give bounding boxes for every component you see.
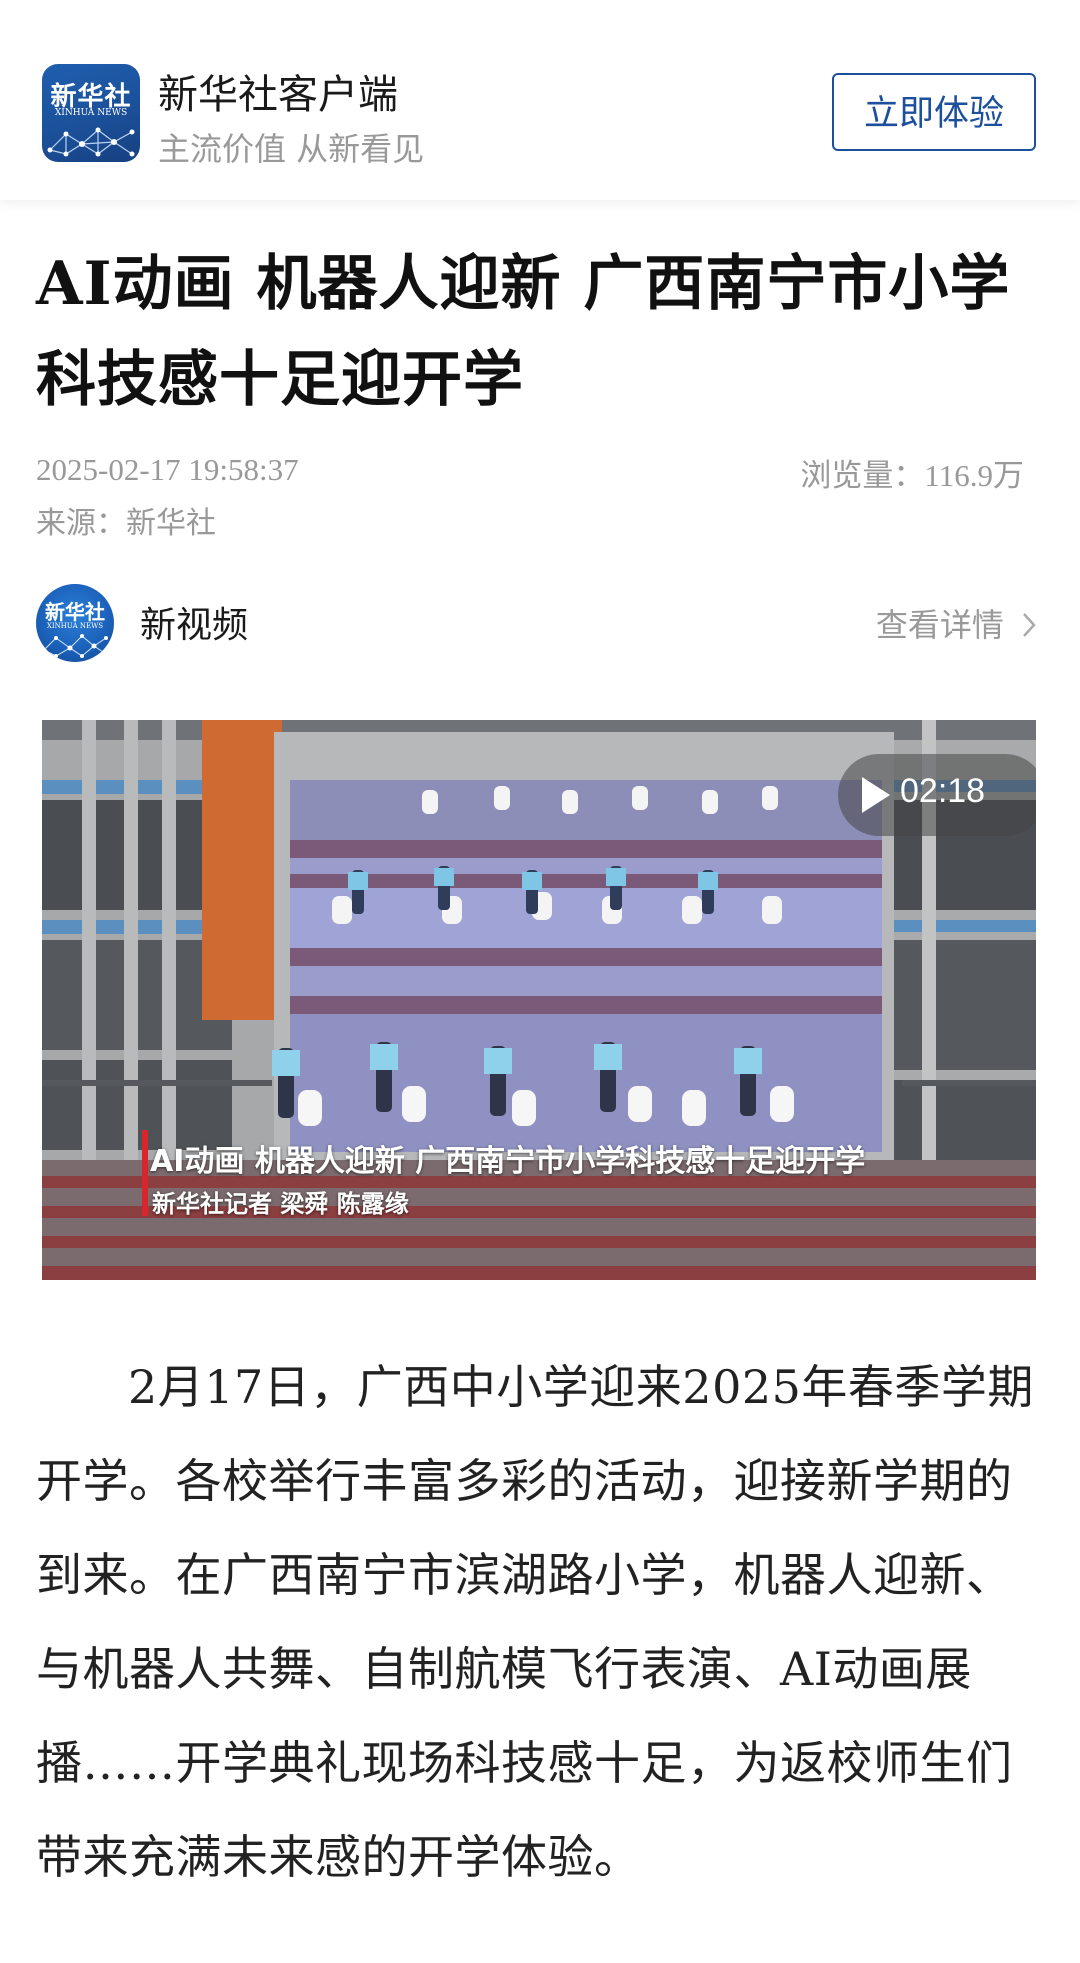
video-duration-badge[interactable]: 02:18 [838, 754, 1036, 836]
video-duration: 02:18 [900, 772, 986, 810]
channel-name[interactable]: 新视频 [140, 596, 248, 648]
view-count-value: 116.9万 [924, 458, 1024, 493]
app-slogan: 主流价值 从新看见 [158, 130, 425, 168]
view-details-link[interactable]: 查看详情 [876, 600, 1038, 646]
channel-avatar[interactable]: 新华社 XINHUA NEWS [36, 584, 114, 662]
caption-accent-bar [142, 1130, 148, 1216]
channel-network-graphic [42, 634, 108, 658]
view-count-label: 浏览量： [800, 458, 925, 494]
channel-logo-subtext: XINHUA NEWS [46, 622, 104, 630]
app-name: 新华社客户端 [158, 72, 398, 118]
article-title: AI动画 机器人迎新 广西南宁市小学科技感十足迎开学 [36, 249, 1011, 415]
video-player[interactable]: 02:18 AI动画 机器人迎新 广西南宁市小学科技感十足迎开学 新华社记者 梁… [42, 720, 1036, 1280]
article-source: 来源：新华社 [36, 506, 216, 541]
view-count: 浏览量：116.9万 [800, 450, 1024, 495]
logo-subtext: XINHUA NEWS [54, 108, 128, 118]
chevron-right-icon [1023, 613, 1036, 637]
video-caption-credit: 新华社记者 梁舜 陈露缘 [152, 1190, 409, 1218]
app-download-banner: 新华社 XINHUA NEWS 新华社客户端 主流价值 从新看见 立即体验 [0, 0, 1080, 200]
article-body: 2月17日，广西中小学迎来2025年春季学期开学。各校举行丰富多彩的活动，迎接新… [36, 1360, 1034, 1884]
play-icon [862, 777, 890, 813]
network-graphic [47, 127, 135, 157]
publish-datetime: 2025-02-17 19:58:37 [36, 452, 299, 487]
try-now-button[interactable]: 立即体验 [832, 73, 1036, 151]
channel-logo-text: 新华社 [45, 600, 105, 624]
view-details-label: 查看详情 [875, 606, 1004, 644]
xinhua-app-logo[interactable]: 新华社 XINHUA NEWS [42, 64, 140, 162]
video-caption-title: AI动画 机器人迎新 广西南宁市小学科技感十足迎开学 [150, 1144, 866, 1179]
